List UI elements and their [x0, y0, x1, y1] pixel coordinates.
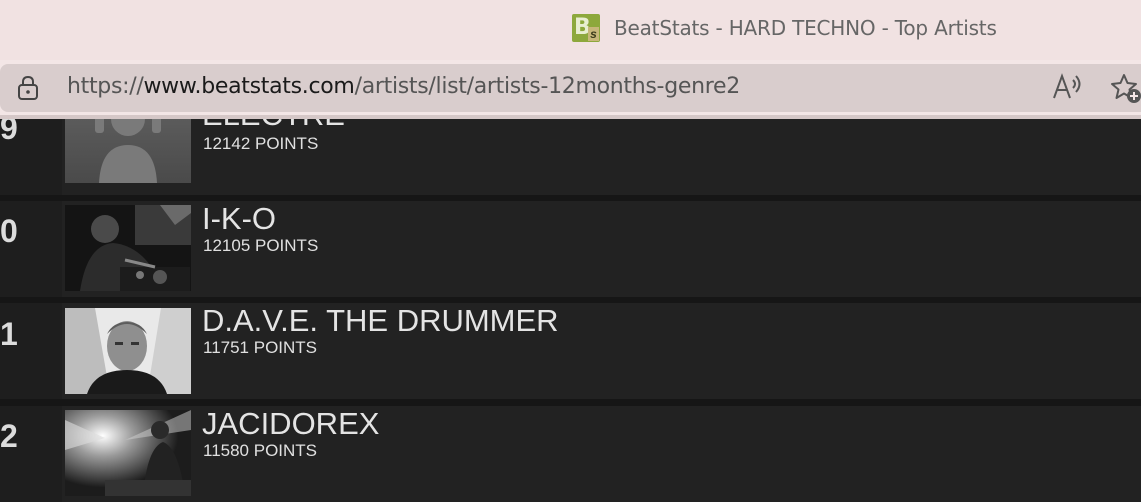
artist-photo[interactable]: [65, 205, 191, 291]
artist-points: 11580 POINTS: [203, 441, 318, 460]
browser-title-bar: B s BeatStats - HARD TECHNO - Top Artist…: [0, 0, 1141, 60]
artist-photo[interactable]: [65, 410, 191, 496]
chrome-divider: [0, 115, 1141, 119]
artist-name[interactable]: D.A.V.E. THE DRUMMER: [202, 303, 559, 339]
lock-icon[interactable]: [16, 75, 40, 101]
artist-row[interactable]: 0 I-K-O 12105 POINTS: [0, 201, 1141, 297]
add-favorite-icon[interactable]: [1110, 72, 1141, 104]
artist-name[interactable]: JACIDOREX: [202, 406, 379, 442]
stage-photo-image: [65, 410, 191, 496]
rank-number: 0: [0, 213, 18, 249]
artist-row[interactable]: 1 D.A.V.E. THE DRUMMER 11751 POINTS: [0, 303, 1141, 399]
portrait-image: [65, 308, 191, 394]
artist-photo[interactable]: [65, 308, 191, 394]
artist-row[interactable]: 2 JACIDOREX 11580 POINTS: [0, 406, 1141, 502]
url-path: /artists/list/artists-12months-genre2: [354, 74, 741, 99]
rank-number: 1: [0, 316, 18, 352]
url-host: www.beatstats.com: [143, 74, 355, 99]
beatstats-favicon-icon: B s: [572, 14, 600, 42]
artist-points: 12105 POINTS: [203, 236, 319, 255]
read-aloud-icon[interactable]: [1052, 73, 1082, 101]
favicon-sub-letter: s: [588, 27, 599, 41]
artist-points: 12142 POINTS: [203, 134, 319, 153]
rank-number: 2: [0, 418, 18, 454]
url-prefix: https://: [67, 74, 144, 99]
artist-points: 11751 POINTS: [203, 338, 318, 357]
dj-photo-image: [65, 205, 191, 291]
tab-title[interactable]: BeatStats - HARD TECHNO - Top Artists: [614, 16, 997, 40]
url-text[interactable]: https://www.beatstats.com/artists/list/a…: [67, 74, 740, 99]
artist-name[interactable]: I-K-O: [202, 201, 276, 237]
